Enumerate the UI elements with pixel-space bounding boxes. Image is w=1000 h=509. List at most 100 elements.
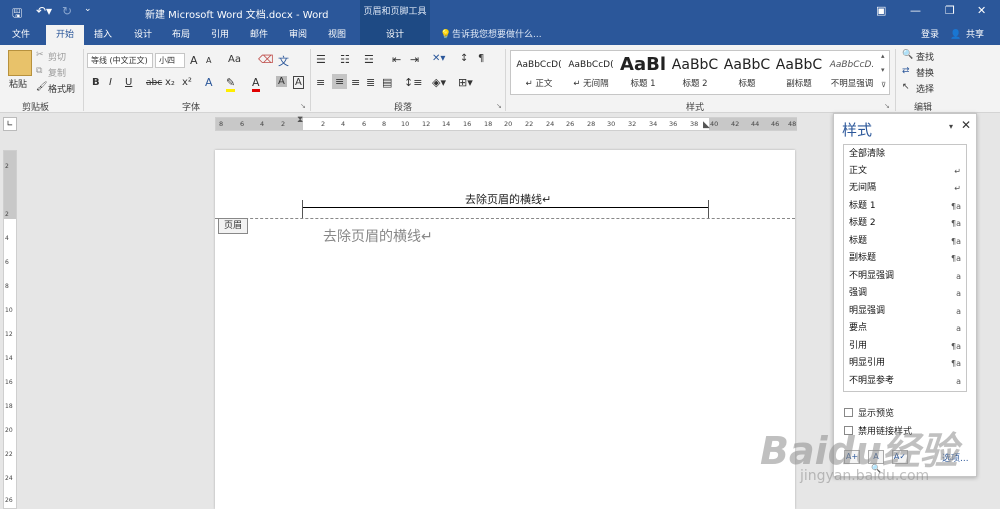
shrink-font-button[interactable]: A — [206, 56, 211, 65]
styles-dialog-launcher-icon[interactable]: ↘ — [884, 102, 890, 110]
header-text[interactable]: 去除页眉的横线↵ — [465, 191, 551, 207]
tab-view[interactable]: 视图 — [322, 25, 352, 45]
replace-button[interactable]: 替换 — [916, 66, 934, 79]
align-left-icon[interactable]: ≡ — [316, 76, 325, 89]
paragraph-dialog-launcher-icon[interactable]: ↘ — [496, 102, 502, 110]
highlight-color-icon[interactable]: ✎ — [226, 76, 236, 92]
style-list-item[interactable]: 全部清除 — [849, 146, 961, 163]
font-size-select[interactable]: 小四 — [155, 53, 185, 68]
indent-marker-icon[interactable]: ⧗ — [297, 115, 303, 125]
justify-icon[interactable]: ≣ — [366, 76, 375, 89]
tell-me-box[interactable]: 告诉我您想要做什么... — [452, 25, 542, 45]
style-list-item[interactable]: 要点 a — [849, 320, 961, 337]
italic-button[interactable]: I — [109, 77, 112, 88]
increase-indent-icon[interactable]: ⇥ — [410, 53, 419, 66]
change-case-button[interactable]: Aa — [228, 54, 241, 65]
tab-review[interactable]: 审阅 — [283, 25, 313, 45]
line-spacing-icon[interactable]: ↕≡ — [404, 76, 422, 89]
style-list-item[interactable]: 引用 ¶a — [849, 338, 961, 355]
tab-selector-icon[interactable]: ∟ — [3, 117, 17, 131]
style-list-item[interactable]: 无间隔 ↵ — [849, 180, 961, 197]
shading-icon[interactable]: ◈▾ — [432, 76, 446, 89]
customize-qat-icon[interactable]: ⌄ — [84, 4, 92, 14]
style-list-item[interactable]: 明显引用 ¶a — [849, 355, 961, 372]
align-right-icon[interactable]: ≡ — [351, 76, 360, 89]
text-effects-icon[interactable]: A — [205, 76, 213, 89]
bold-button[interactable]: B — [92, 77, 100, 88]
scissors-icon[interactable]: ✂ — [36, 50, 44, 60]
tab-references[interactable]: 引用 — [205, 25, 235, 45]
replace-icon[interactable]: ⇄ — [902, 66, 910, 76]
chinese-layout-icon[interactable]: ✕▾ — [432, 53, 445, 64]
gallery-scroll-up-icon[interactable]: ▴ — [881, 52, 885, 60]
select-icon[interactable]: ↖ — [902, 82, 910, 92]
style-heading-1[interactable]: AaBl 标题 1 — [617, 53, 669, 93]
style-list-item[interactable]: 标题 1 ¶a — [849, 198, 961, 215]
show-preview-checkbox[interactable] — [844, 408, 853, 417]
style-subtle-emphasis[interactable]: AaBbCcD. 不明显强调 — [825, 53, 879, 93]
character-shading-icon[interactable]: A — [276, 76, 287, 87]
decrease-indent-icon[interactable]: ⇤ — [392, 53, 401, 66]
style-subtitle[interactable]: AaBbC 副标题 — [773, 53, 825, 93]
numbering-icon[interactable]: ☷ — [340, 53, 350, 66]
style-title[interactable]: AaBbC 标题 — [721, 53, 773, 93]
find-icon[interactable]: 🔍 — [902, 50, 913, 60]
character-border-icon[interactable]: A — [293, 76, 304, 89]
pane-close-icon[interactable]: ✕ — [961, 118, 971, 132]
sort-icon[interactable]: ↕ — [460, 53, 468, 64]
underline-button[interactable]: U — [125, 77, 132, 88]
style-list-item[interactable]: 副标题 ¶a — [849, 250, 961, 267]
strikethrough-button[interactable]: abc — [146, 78, 162, 88]
redo-icon[interactable]: ↻ — [62, 4, 72, 18]
format-painter-icon[interactable]: 🖌 — [36, 82, 47, 92]
pane-options-icon[interactable]: ▾ — [949, 122, 953, 131]
paste-icon[interactable] — [8, 50, 32, 76]
tab-file[interactable]: 文件 — [6, 25, 36, 45]
gallery-more-icon[interactable]: ⊽ — [881, 81, 886, 89]
tab-mailings[interactable]: 邮件 — [244, 25, 274, 45]
style-list-item[interactable]: 明显强调 a — [849, 303, 961, 320]
copy-icon[interactable]: ⧉ — [36, 66, 42, 76]
gallery-scroll-down-icon[interactable]: ▾ — [881, 66, 885, 74]
style-list-item[interactable]: 强调 a — [849, 285, 961, 302]
style-list-item[interactable]: 不明显强调 a — [849, 268, 961, 285]
tab-layout[interactable]: 布局 — [166, 25, 196, 45]
right-indent-marker-icon[interactable]: ◣ — [703, 120, 710, 130]
style-no-spacing[interactable]: AaBbCcD(↵ 无间隔 — [565, 53, 617, 93]
bullets-icon[interactable]: ☰ — [316, 53, 326, 66]
phonetic-guide-icon[interactable]: 文 — [278, 53, 289, 69]
style-heading-2[interactable]: AaBbC 标题 2 — [669, 53, 721, 93]
borders-icon[interactable]: ⊞▾ — [458, 76, 473, 89]
vertical-ruler[interactable]: 2 2 4 6 8 10 12 14 16 18 20 22 24 26 — [3, 150, 17, 509]
style-list-item[interactable]: 正文 ↵ — [849, 163, 961, 180]
select-button[interactable]: 选择 — [916, 82, 934, 95]
font-name-select[interactable]: 等线 (中文正文) — [87, 53, 153, 68]
style-list-item[interactable]: 标题 ¶a — [849, 233, 961, 250]
multilevel-list-icon[interactable]: ☲ — [364, 53, 374, 66]
distributed-icon[interactable]: ▤ — [382, 76, 392, 89]
find-button[interactable]: 查找 — [916, 50, 934, 63]
tab-design[interactable]: 设计 — [128, 25, 158, 45]
tab-home[interactable]: 开始 — [46, 25, 84, 45]
show-marks-icon[interactable]: ¶ — [478, 53, 484, 64]
copy-button[interactable]: 复制 — [48, 66, 66, 79]
close-icon[interactable]: ✕ — [977, 4, 986, 17]
style-list-item[interactable]: 标题 2 ¶a — [849, 215, 961, 232]
login-link[interactable]: 登录 — [916, 25, 944, 45]
tab-insert[interactable]: 插入 — [88, 25, 118, 45]
font-color-icon[interactable]: A — [252, 76, 260, 92]
superscript-button[interactable]: x² — [182, 77, 192, 88]
ribbon-display-options-icon[interactable]: ▣ — [876, 4, 886, 17]
tab-header-footer-design[interactable]: 设计 — [360, 25, 430, 45]
clear-formatting-icon[interactable]: ⌫ — [258, 53, 274, 66]
body-text[interactable]: 去除页眉的横线↵ — [323, 226, 433, 246]
restore-icon[interactable]: ❐ — [945, 4, 955, 17]
subscript-button[interactable]: x₂ — [165, 77, 175, 88]
cut-button[interactable]: 剪切 — [48, 50, 66, 63]
minimize-icon[interactable]: — — [910, 4, 921, 17]
grow-font-button[interactable]: A — [190, 54, 198, 67]
style-normal[interactable]: AaBbCcD(↵ 正文 — [513, 53, 565, 93]
style-list-item[interactable]: 不明显参考 a — [849, 373, 961, 390]
share-button[interactable]: 共享 — [962, 25, 988, 45]
undo-icon[interactable]: ↶▾ — [36, 4, 52, 18]
